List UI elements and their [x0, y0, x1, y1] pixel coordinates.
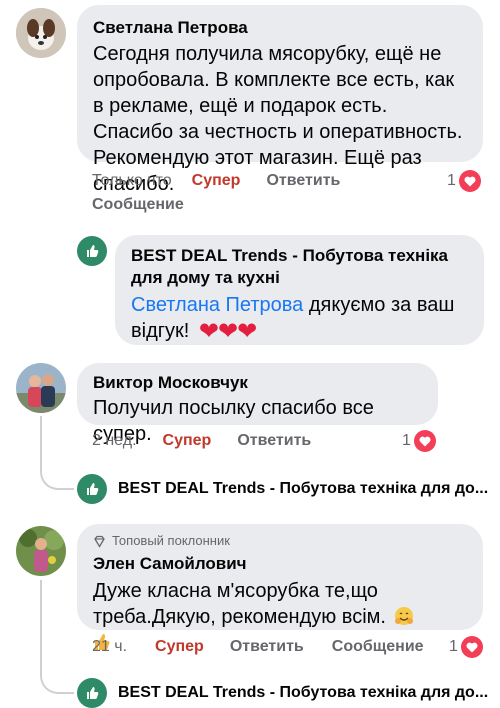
- like-button[interactable]: Супер: [163, 432, 212, 450]
- hugging-face-emoji: [394, 606, 414, 626]
- thread-line: [40, 416, 74, 490]
- brand-logo-icon[interactable]: [77, 236, 107, 266]
- badge-label: Топовый поклонник: [112, 533, 230, 548]
- mention-link[interactable]: Светлана Петрова: [131, 294, 303, 316]
- comment-actions: Только что Супер Ответить: [92, 172, 340, 190]
- reaction-summary[interactable]: 1: [449, 636, 483, 658]
- reaction-count: 1: [449, 638, 458, 655]
- comment-author[interactable]: Виктор Московчук: [93, 372, 422, 394]
- brand-logo-icon[interactable]: [77, 678, 107, 708]
- message-row: Сообщение: [92, 196, 184, 214]
- comment-author[interactable]: Светлана Петрова: [93, 17, 467, 39]
- reaction-count: 1: [447, 172, 456, 189]
- comment-author[interactable]: Элен Самойлович: [93, 553, 467, 575]
- comment-actions: 21 ч. Супер Ответить Сообщение: [92, 638, 424, 656]
- collapsed-reply[interactable]: BEST DEAL Trends - Побутова техніка для …: [118, 684, 488, 702]
- heart-icon: [460, 636, 483, 658]
- like-button[interactable]: Супер: [192, 172, 241, 190]
- reply-button[interactable]: Ответить: [266, 172, 340, 190]
- comment-time[interactable]: 21 ч.: [92, 638, 127, 656]
- top-fan-badge: Топовый поклонник: [93, 532, 467, 550]
- avatar-elen[interactable]: [16, 526, 66, 576]
- reply-text: Светлана Петрова дякуємо за ваш відгук! …: [131, 292, 468, 344]
- comment-time[interactable]: 2 нед.: [92, 432, 137, 450]
- reaction-count: 1: [402, 432, 411, 449]
- reaction-summary[interactable]: 1: [447, 170, 481, 192]
- reply-author[interactable]: BEST DEAL Trends - Побутова техніка для …: [131, 245, 468, 289]
- comment-text-body: Дуже класна м'ясорубка те,що треба.Дякую…: [93, 580, 386, 628]
- reply-button[interactable]: Ответить: [237, 432, 311, 450]
- like-button[interactable]: Супер: [155, 638, 204, 656]
- heart-icon: [458, 170, 481, 192]
- reply-button[interactable]: Ответить: [230, 638, 304, 656]
- heart-icon: [413, 430, 436, 452]
- message-button[interactable]: Сообщение: [332, 638, 424, 656]
- comment-time[interactable]: Только что: [92, 172, 172, 190]
- avatar-viktor[interactable]: [16, 363, 66, 413]
- comment-bubble: Топовый поклонник Элен Самойлович Дуже к…: [77, 524, 483, 650]
- comment-actions: 2 нед. Супер Ответить: [92, 432, 311, 450]
- hearts-emoji: ❤ ❤ ❤: [198, 317, 258, 345]
- comment-bubble: Светлана Петрова Сегодня получила мясору…: [77, 5, 483, 195]
- reaction-summary[interactable]: 1: [402, 430, 436, 452]
- reply-bubble: BEST DEAL Trends - Побутова техніка для …: [115, 235, 484, 345]
- comment-bubble: Виктор Московчук Получил посылку спасибо…: [77, 363, 438, 445]
- collapsed-reply[interactable]: BEST DEAL Trends - Побутова техніка для …: [118, 480, 488, 498]
- thread-line: [40, 580, 74, 694]
- diamond-badge-icon: [94, 535, 105, 548]
- avatar-svetlana[interactable]: [16, 8, 66, 58]
- message-button[interactable]: Сообщение: [92, 196, 184, 214]
- brand-logo-icon[interactable]: [77, 474, 107, 504]
